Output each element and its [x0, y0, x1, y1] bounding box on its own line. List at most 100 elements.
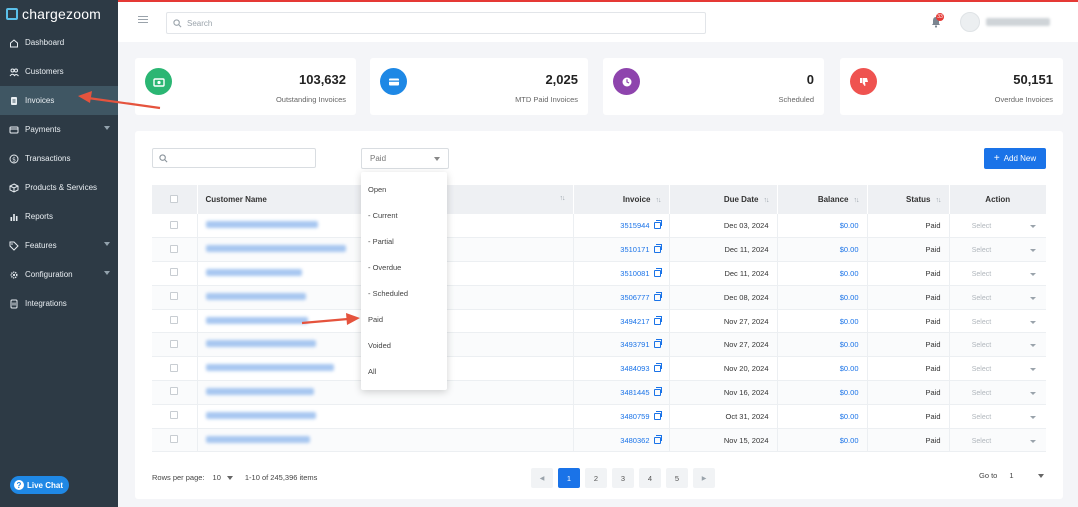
copy-icon[interactable]: [653, 244, 662, 254]
status-option-all[interactable]: All: [361, 358, 447, 384]
invoice-link[interactable]: 3510081: [620, 269, 649, 278]
menu-toggle-icon[interactable]: [138, 16, 148, 25]
customer-name-blurred[interactable]: [205, 340, 316, 348]
row-checkbox[interactable]: [170, 363, 179, 372]
chevron-down-icon[interactable]: [1037, 473, 1044, 478]
col-balance[interactable]: Balance ↑↓: [777, 185, 868, 214]
sort-icon[interactable]: ↑↓: [936, 197, 942, 204]
status-option-partial[interactable]: - Partial: [361, 228, 447, 254]
action-select[interactable]: Select: [960, 414, 1036, 421]
row-checkbox[interactable]: [170, 387, 179, 396]
page-button[interactable]: 2: [585, 468, 607, 488]
status-filter-select[interactable]: Paid: [361, 148, 449, 169]
row-checkbox[interactable]: [170, 339, 179, 348]
action-select[interactable]: Select: [960, 438, 1036, 445]
copy-icon[interactable]: [653, 220, 662, 230]
copy-icon[interactable]: [653, 386, 662, 396]
table-row[interactable]: 3515944 Dec 03, 2024 $0.00 Paid Select: [152, 214, 1046, 239]
status-option-open[interactable]: Open: [361, 176, 447, 202]
copy-icon[interactable]: [653, 410, 662, 420]
customer-name-blurred[interactable]: [205, 387, 314, 395]
page-button[interactable]: 5: [666, 468, 688, 488]
customer-name-blurred[interactable]: [205, 292, 306, 300]
chevron-down-icon[interactable]: [226, 475, 233, 480]
customer-name-blurred[interactable]: [205, 221, 318, 229]
copy-icon[interactable]: [653, 291, 662, 301]
next-page-icon[interactable]: ▶: [693, 468, 715, 488]
sidebar-item-reports[interactable]: Reports: [0, 202, 118, 231]
row-checkbox[interactable]: [170, 411, 179, 420]
page-button[interactable]: 1: [558, 468, 580, 488]
invoice-link[interactable]: 3510171: [620, 245, 649, 254]
table-row[interactable]: 3480759 Oct 31, 2024 $0.00 Paid Select: [152, 404, 1046, 429]
status-option-current[interactable]: - Current: [361, 202, 447, 228]
sidebar-item-configuration[interactable]: Configuration: [0, 260, 118, 289]
customer-name-cell[interactable]: [197, 404, 574, 429]
action-select[interactable]: Select: [960, 223, 1036, 230]
row-checkbox[interactable]: [170, 268, 179, 277]
status-option-overdue[interactable]: - Overdue: [361, 254, 447, 280]
copy-icon[interactable]: [653, 363, 662, 373]
select-all-checkbox[interactable]: [170, 194, 179, 203]
action-select[interactable]: Select: [960, 271, 1036, 278]
invoice-link[interactable]: 3481445: [620, 388, 649, 397]
row-checkbox[interactable]: [170, 292, 179, 301]
invoice-link[interactable]: 3484093: [620, 364, 649, 373]
table-row[interactable]: 3480362 Nov 15, 2024 $0.00 Paid Select: [152, 428, 1046, 453]
customer-name-blurred[interactable]: [205, 245, 346, 253]
invoice-link[interactable]: 3480362: [620, 436, 649, 445]
user-name-blurred[interactable]: [986, 18, 1050, 26]
table-row[interactable]: 3484093 Nov 20, 2024 $0.00 Paid Select: [152, 356, 1046, 382]
sort-icon[interactable]: ↑↓: [656, 197, 662, 204]
row-checkbox[interactable]: [170, 435, 179, 444]
add-new-button[interactable]: + Add New: [984, 148, 1046, 169]
customer-name-cell[interactable]: [197, 428, 574, 453]
customer-name-blurred[interactable]: [205, 435, 310, 443]
status-option-paid[interactable]: Paid: [361, 306, 447, 332]
copy-icon[interactable]: [653, 434, 662, 444]
copy-icon[interactable]: [653, 339, 662, 349]
action-select[interactable]: Select: [960, 342, 1036, 349]
customer-name-blurred[interactable]: [205, 316, 308, 324]
row-checkbox[interactable]: [170, 316, 179, 325]
sidebar-item-customers[interactable]: Customers: [0, 57, 118, 86]
row-checkbox[interactable]: [170, 220, 179, 229]
customer-name-blurred[interactable]: [205, 268, 302, 276]
copy-icon[interactable]: [653, 315, 662, 325]
status-option-scheduled[interactable]: - Scheduled: [361, 280, 447, 306]
col-status[interactable]: Status ↑↓: [867, 185, 950, 214]
sidebar-item-products-services[interactable]: Products & Services: [0, 173, 118, 202]
sidebar-item-integrations[interactable]: Integrations: [0, 289, 118, 318]
action-select[interactable]: Select: [960, 390, 1036, 397]
sort-icon[interactable]: ↑↓: [764, 197, 770, 204]
action-select[interactable]: Select: [960, 319, 1036, 326]
invoice-link[interactable]: 3493791: [620, 340, 649, 349]
live-chat-button[interactable]: ? Live Chat: [10, 476, 70, 494]
invoice-link[interactable]: 3515944: [620, 221, 649, 230]
invoice-search-input[interactable]: [152, 148, 316, 168]
copy-icon[interactable]: [653, 267, 662, 277]
invoice-link[interactable]: 3506777: [620, 293, 649, 302]
action-select[interactable]: Select: [960, 366, 1036, 373]
rows-per-page-select[interactable]: 10: [213, 473, 221, 482]
row-checkbox[interactable]: [170, 244, 179, 253]
sort-icon[interactable]: ↑↓: [854, 197, 860, 204]
customer-name-blurred[interactable]: [205, 364, 334, 372]
logo[interactable]: chargezoom: [0, 0, 118, 28]
table-row[interactable]: 3506777 Dec 08, 2024 $0.00 Paid Select: [152, 285, 1046, 310]
sidebar-item-dashboard[interactable]: Dashboard: [0, 28, 118, 57]
invoice-link[interactable]: 3494217: [620, 317, 649, 326]
avatar[interactable]: [960, 12, 980, 32]
prev-page-icon[interactable]: ◀: [531, 468, 553, 488]
col-due-date[interactable]: Due Date ↑↓: [669, 185, 778, 214]
sort-icon[interactable]: ↑↓: [560, 195, 566, 202]
goto-page-select[interactable]: 1: [1009, 471, 1013, 480]
sidebar-item-transactions[interactable]: $ Transactions: [0, 144, 118, 173]
page-button[interactable]: 4: [639, 468, 661, 488]
action-select[interactable]: Select: [960, 247, 1036, 254]
table-row[interactable]: 3510171 Dec 11, 2024 $0.00 Paid Select: [152, 237, 1046, 263]
invoice-link[interactable]: 3480759: [620, 412, 649, 421]
page-button[interactable]: 3: [612, 468, 634, 488]
global-search-input[interactable]: Search: [166, 12, 706, 34]
sidebar-item-payments[interactable]: Payments: [0, 115, 118, 144]
